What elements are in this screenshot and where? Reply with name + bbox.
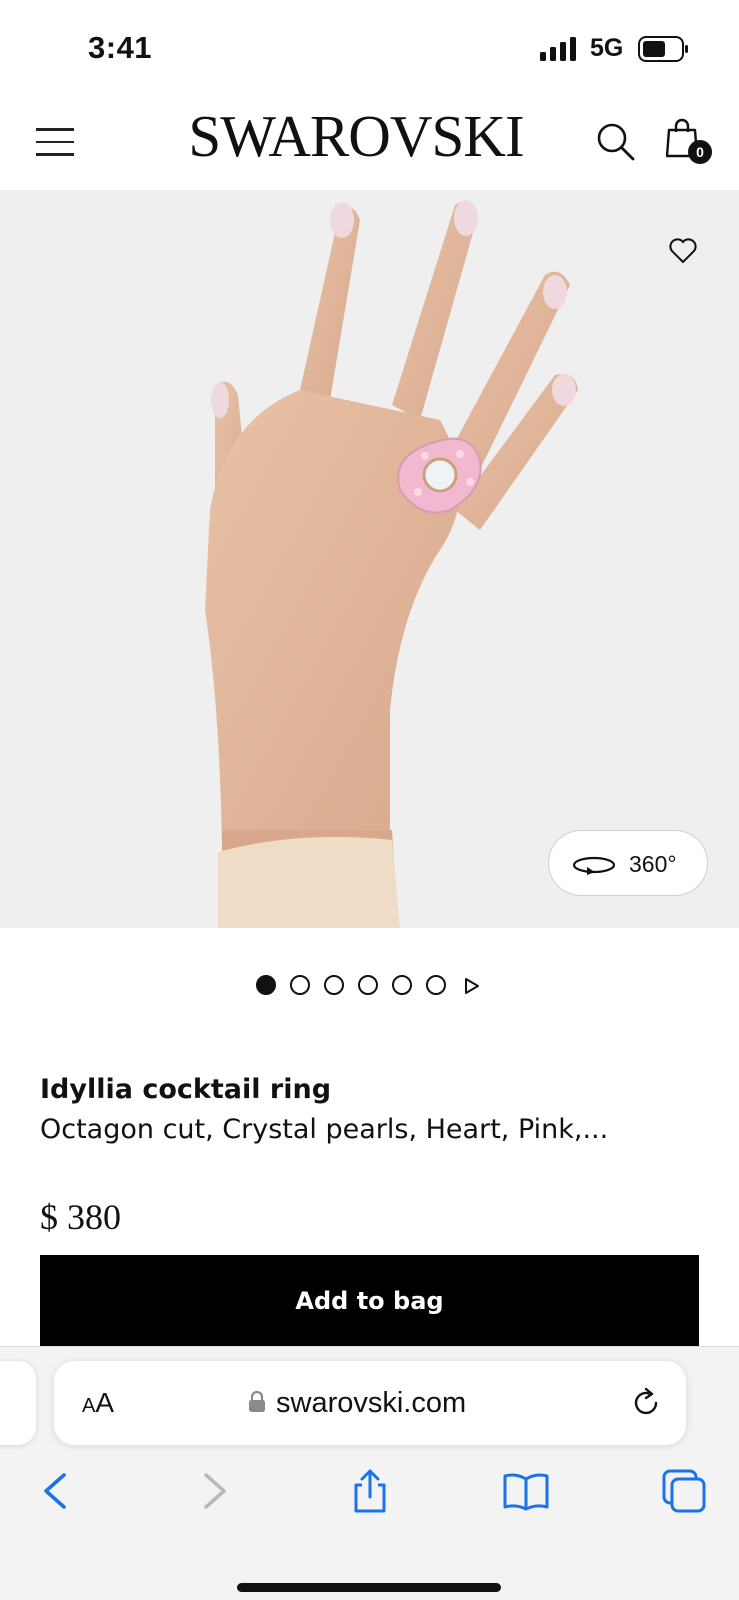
back-icon[interactable]: [32, 1467, 80, 1515]
battery-icon: [638, 36, 688, 62]
add-to-bag-button[interactable]: Add to bag: [40, 1255, 699, 1347]
share-icon[interactable]: [346, 1467, 394, 1515]
browser-toolbar: AA swarovski.com: [0, 1346, 739, 1600]
menu-icon[interactable]: [36, 128, 74, 158]
bookmarks-icon[interactable]: [502, 1467, 550, 1515]
aa-big: A: [95, 1387, 115, 1418]
signal-icon: [540, 37, 576, 61]
status-bar: 3:41 5G: [0, 0, 739, 96]
rotate-360-icon: [572, 856, 616, 875]
status-time: 3:41: [88, 30, 153, 65]
forward-icon[interactable]: [190, 1467, 238, 1515]
carousel-dot[interactable]: [290, 975, 310, 995]
carousel-dot[interactable]: [324, 975, 344, 995]
url-text: swarovski.com: [276, 1387, 467, 1419]
browser-nav-row: [0, 1467, 739, 1527]
carousel-dot[interactable]: [426, 975, 446, 995]
carousel-dot[interactable]: [256, 975, 276, 995]
brand-logo[interactable]: SWAROVSKI: [176, 107, 536, 166]
bag-button[interactable]: 0: [666, 118, 716, 166]
reader-settings-button[interactable]: AA: [82, 1387, 114, 1419]
carousel-dot[interactable]: [358, 975, 378, 995]
view-360-label: 360°: [629, 851, 677, 877]
carousel-dot[interactable]: [392, 975, 412, 995]
play-icon[interactable]: [464, 977, 480, 995]
previous-tab-preview[interactable]: [0, 1361, 36, 1445]
hand-with-ring-image: [205, 200, 578, 928]
product-description: Octagon cut, Crystal pearls, Heart, Pink…: [40, 1114, 609, 1145]
bag-count-badge: 0: [688, 140, 712, 164]
tabs-icon[interactable]: [660, 1467, 708, 1515]
search-icon[interactable]: [596, 122, 636, 162]
lock-icon: [249, 1391, 265, 1412]
carousel-pagination: [256, 975, 486, 997]
reload-icon[interactable]: [628, 1385, 664, 1421]
url-display[interactable]: swarovski.com: [248, 1385, 548, 1421]
aa-small: A: [82, 1395, 96, 1417]
wishlist-button[interactable]: [652, 220, 714, 282]
home-indicator[interactable]: [237, 1583, 501, 1592]
site-header: SWAROVSKI 0: [0, 96, 739, 190]
product-name[interactable]: Idyllia cocktail ring: [40, 1074, 331, 1105]
heart-icon: [669, 238, 697, 264]
product-image[interactable]: 360°: [0, 190, 739, 928]
address-bar[interactable]: AA swarovski.com: [54, 1361, 686, 1445]
product-price: $ 380: [40, 1197, 121, 1237]
view-360-button[interactable]: 360°: [548, 830, 708, 896]
network-type: 5G: [590, 34, 624, 62]
